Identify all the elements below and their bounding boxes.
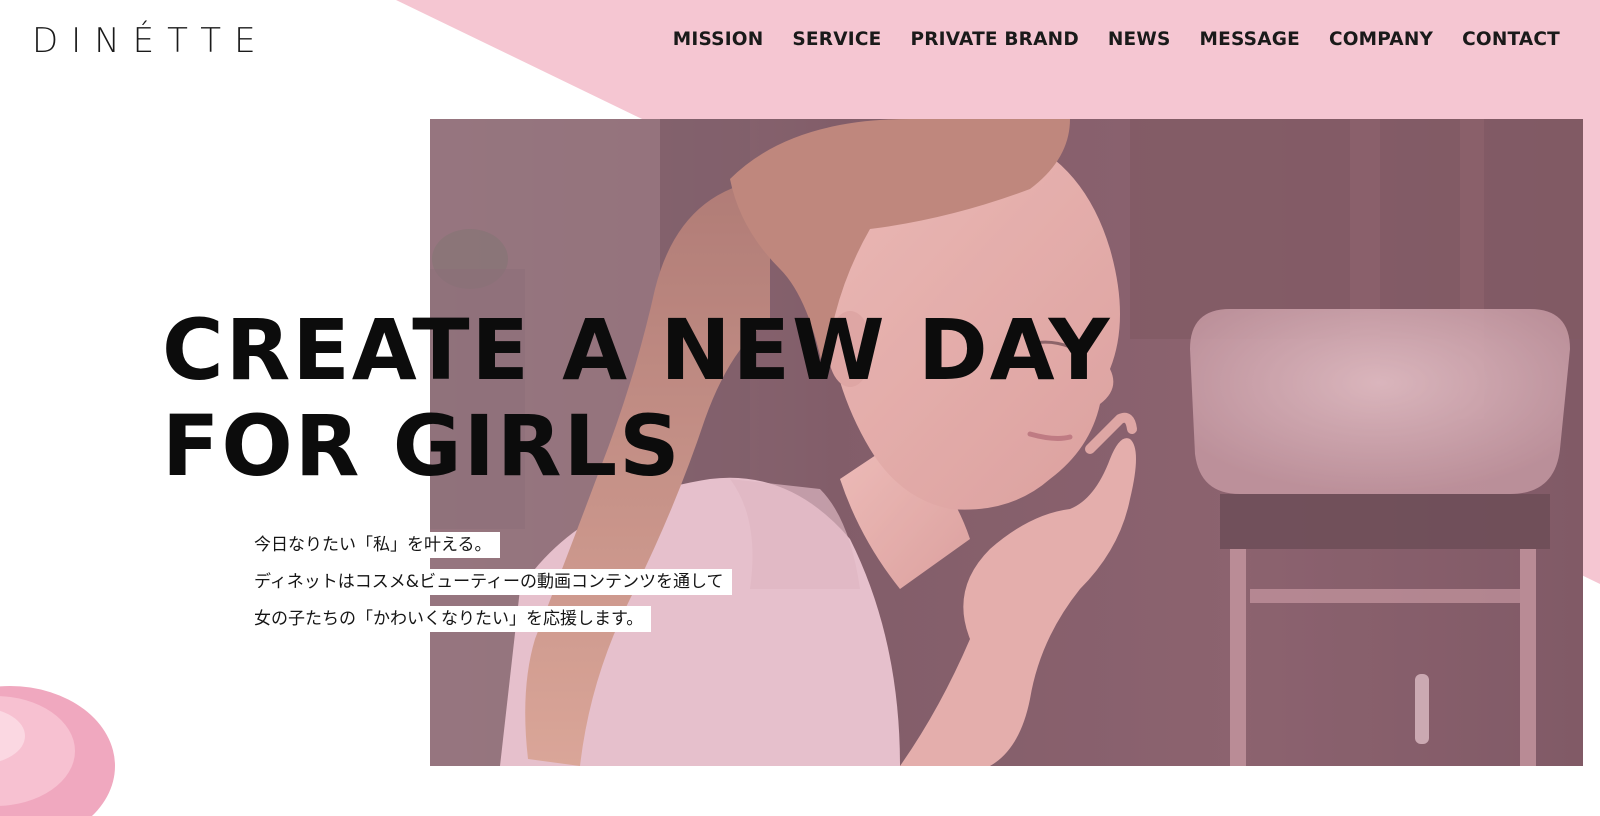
copy-line-3: 女の子たちの「かわいくなりたい」を応援します。 — [248, 606, 652, 632]
nav-company[interactable]: COMPANY — [1329, 28, 1433, 52]
brand-logo[interactable]: DINÉTTE — [32, 18, 269, 64]
copy-line-2: ディネットはコスメ&ビューティーの動画コンテンツを通して — [248, 569, 732, 595]
headline-line-1: CREATE A NEW DAY — [162, 301, 1112, 399]
nav-service[interactable]: SERVICE — [792, 28, 881, 52]
nav-mission[interactable]: MISSION — [673, 28, 764, 52]
pink-decoration — [0, 686, 115, 816]
hero-copy: 今日なりたい「私」を叶える。 ディネットはコスメ&ビューティーの動画コンテンツを… — [248, 532, 732, 643]
nav-private-brand[interactable]: PRIVATE BRAND — [910, 28, 1078, 52]
copy-line-1: 今日なりたい「私」を叶える。 — [248, 532, 500, 558]
nav-message[interactable]: MESSAGE — [1200, 28, 1300, 52]
hero-headline: CREATE A NEW DAY FOR GIRLS — [162, 302, 1111, 494]
main-nav: MISSION SERVICE PRIVATE BRAND NEWS MESSA… — [673, 28, 1560, 52]
nav-contact[interactable]: CONTACT — [1462, 28, 1560, 52]
nav-news[interactable]: NEWS — [1108, 28, 1171, 52]
headline-line-2: FOR GIRLS — [162, 397, 682, 495]
